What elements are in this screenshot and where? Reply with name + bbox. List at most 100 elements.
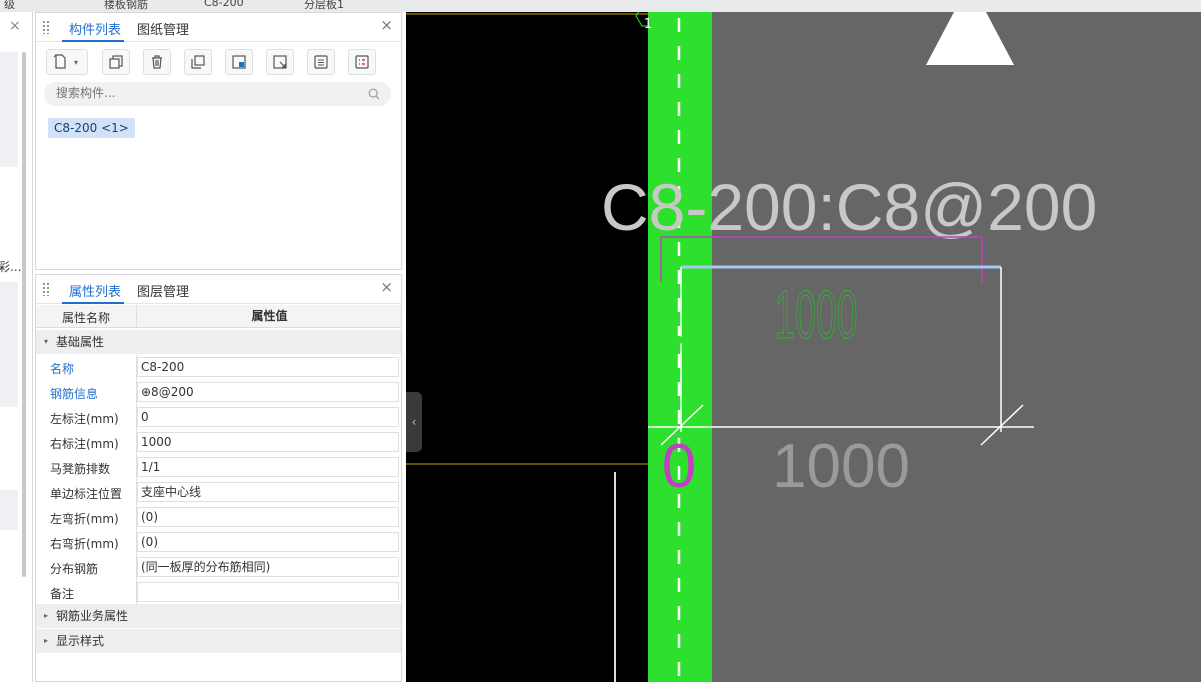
- property-name: 左标注(mm): [50, 412, 119, 426]
- floor-copy-button[interactable]: [225, 49, 253, 75]
- property-value-field[interactable]: 1000: [137, 432, 399, 452]
- property-name: 单边标注位置: [50, 487, 123, 501]
- component-panel-header: 构件列表 图纸管理 ×: [36, 13, 401, 42]
- property-row: 备注: [36, 580, 401, 605]
- chevron-left-icon: ‹: [411, 415, 417, 429]
- left-panel-row: [0, 490, 18, 530]
- property-value-field[interactable]: (0): [137, 507, 399, 527]
- left-panel-row: [0, 282, 18, 407]
- property-list-panel: 属性列表 图层管理 × 属性名称 属性值 ▾ 基础属性 名称 C8-200 钢筋信息…: [35, 274, 402, 682]
- attribute-button[interactable]: [348, 49, 376, 75]
- property-value-field[interactable]: [137, 582, 399, 602]
- property-name: 备注: [50, 587, 75, 601]
- expand-triangle-icon[interactable]: ▸: [44, 604, 48, 628]
- import-icon: [273, 55, 287, 69]
- top-strip-cell: C8-200: [204, 0, 244, 9]
- collapse-triangle-icon[interactable]: ▾: [44, 330, 48, 354]
- green-dimension-text: 1000: [774, 276, 857, 353]
- group-label: 基础属性: [56, 335, 105, 349]
- delete-icon: [152, 55, 162, 69]
- left-panel-scrollbar[interactable]: [22, 52, 26, 577]
- left-panel-truncated-label: 彩...: [0, 260, 22, 274]
- property-name[interactable]: 名称: [50, 360, 74, 377]
- zero-dimension-text: 0: [662, 432, 696, 501]
- property-table-header: 属性名称 属性值: [36, 305, 401, 328]
- layer-copy-button[interactable]: [184, 49, 212, 75]
- drawing-canvas[interactable]: 1 C8-200:C8@200 1000 0 1000: [406, 12, 1201, 682]
- property-panel-close-icon[interactable]: ×: [380, 278, 393, 296]
- property-name[interactable]: 钢筋信息: [50, 385, 98, 402]
- property-name: 左弯折(mm): [50, 512, 119, 526]
- attribute-icon: [355, 55, 369, 69]
- property-row: 右弯折(mm) (0): [36, 530, 401, 555]
- tab-drawing-management[interactable]: 图纸管理: [137, 19, 189, 38]
- search-icon[interactable]: [367, 87, 381, 101]
- property-value-field[interactable]: (同一板厚的分布筋相同): [137, 557, 399, 577]
- group-display-style[interactable]: ▸ 显示样式: [36, 629, 401, 653]
- top-tab-strip: 级 楼板钢筋 C8-200 分层板1: [0, 0, 1201, 12]
- cad-drawing: 1 C8-200:C8@200 1000 0 1000: [406, 12, 1201, 682]
- property-value-field[interactable]: 1/1: [137, 457, 399, 477]
- top-strip-cell: 级: [4, 0, 15, 11]
- property-row: 钢筋信息 ⊕8@200: [36, 380, 401, 405]
- property-value-field[interactable]: 支座中心线: [137, 482, 399, 502]
- new-component-button[interactable]: ▾: [46, 49, 88, 75]
- drag-grip-icon[interactable]: [42, 20, 50, 34]
- floor-copy-icon: [232, 55, 246, 69]
- component-panel-close-icon[interactable]: ×: [380, 16, 393, 34]
- property-name: 右弯折(mm): [50, 537, 119, 551]
- copy-icon: [109, 55, 123, 69]
- property-row: 马凳筋排数 1/1: [36, 455, 401, 480]
- top-strip-cell: 分层板1: [304, 0, 344, 11]
- property-value-field[interactable]: ⊕8@200: [137, 382, 399, 402]
- tab-layer-management[interactable]: 图层管理: [137, 281, 189, 300]
- active-tab-underline: [62, 40, 124, 42]
- search-input[interactable]: [56, 86, 356, 100]
- property-row: 左标注(mm) 0: [36, 405, 401, 430]
- column-header-value: 属性值: [136, 305, 402, 327]
- property-value-field[interactable]: 0: [137, 407, 399, 427]
- tab-property-list[interactable]: 属性列表: [69, 281, 121, 300]
- property-name: 分布钢筋: [50, 562, 99, 576]
- delete-button[interactable]: [143, 49, 171, 75]
- property-row: 分布钢筋 (同一板厚的分布筋相同): [36, 555, 401, 580]
- drag-grip-icon[interactable]: [42, 282, 50, 296]
- copy-button[interactable]: [102, 49, 130, 75]
- grip-point[interactable]: [675, 336, 683, 344]
- component-list-panel: 构件列表 图纸管理 × ▾ C8-200 <1>: [35, 12, 402, 270]
- import-button[interactable]: [266, 49, 294, 75]
- column-divider: [136, 355, 137, 605]
- property-value-field[interactable]: C8-200: [137, 357, 399, 377]
- left-panel-close-icon[interactable]: ×: [9, 18, 21, 34]
- property-panel-header: 属性列表 图层管理 ×: [36, 275, 401, 304]
- dropdown-icon[interactable]: ▾: [74, 58, 78, 67]
- left-panel-row: [0, 52, 18, 167]
- list-icon: [314, 55, 328, 69]
- property-row: 单边标注位置 支座中心线: [36, 480, 401, 505]
- list-button[interactable]: [307, 49, 335, 75]
- group-label: 钢筋业务属性: [56, 609, 129, 623]
- new-icon: [53, 54, 66, 69]
- group-label: 显示样式: [56, 634, 105, 648]
- property-row: 左弯折(mm) (0): [36, 505, 401, 530]
- group-rebar-business[interactable]: ▸ 钢筋业务属性: [36, 604, 401, 628]
- rebar-label: C8-200:C8@200: [601, 170, 1097, 244]
- search-box[interactable]: [44, 82, 391, 106]
- expand-triangle-icon[interactable]: ▸: [44, 629, 48, 653]
- tab-component-list[interactable]: 构件列表: [69, 19, 121, 38]
- component-list-item[interactable]: C8-200 <1>: [48, 118, 135, 138]
- group-basic-properties[interactable]: ▾ 基础属性: [36, 330, 401, 354]
- top-strip-cell: 楼板钢筋: [104, 0, 148, 11]
- property-value-field[interactable]: (0): [137, 532, 399, 552]
- axis-label: 1: [644, 17, 652, 32]
- bottom-dimension-text: 1000: [772, 432, 910, 501]
- active-tab-underline: [62, 302, 124, 304]
- property-name: 马凳筋排数: [50, 462, 111, 476]
- layer-copy-icon: [191, 55, 205, 69]
- property-row: 名称 C8-200: [36, 355, 401, 380]
- collapse-panel-button[interactable]: ‹: [406, 392, 422, 452]
- property-row: 右标注(mm) 1000: [36, 430, 401, 455]
- column-header-name: 属性名称: [61, 311, 110, 325]
- property-name: 右标注(mm): [50, 437, 119, 451]
- left-side-panel: × 彩...: [0, 12, 33, 682]
